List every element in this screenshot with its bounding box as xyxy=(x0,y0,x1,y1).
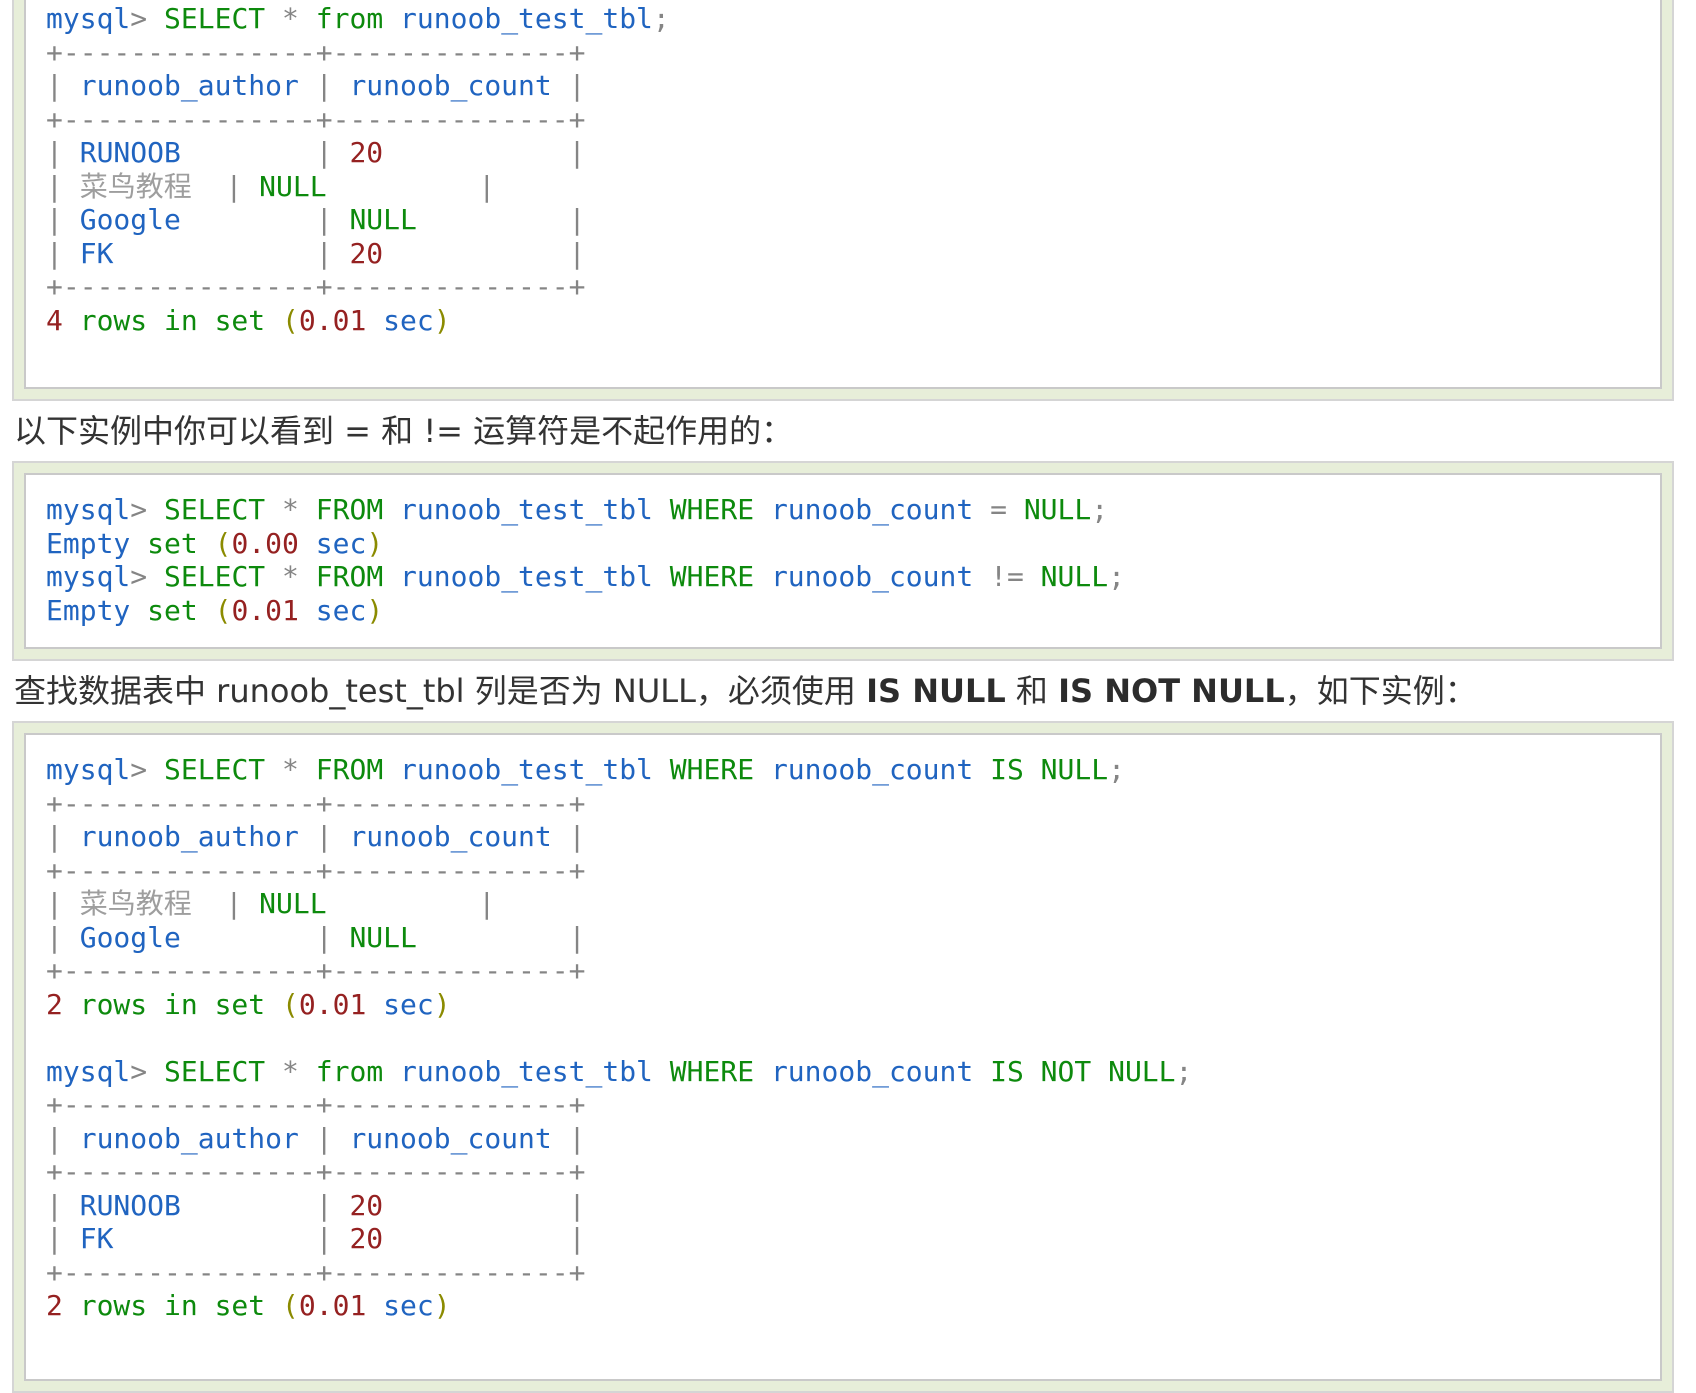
code-line: +---------------+--------------+ xyxy=(46,35,586,69)
code-line: | FK | 20 | xyxy=(46,1222,586,1255)
example-box-equal-null: mysql> SELECT * FROM runoob_test_tbl WHE… xyxy=(12,461,1674,661)
code-line: 2 rows in set (0.01 sec) xyxy=(46,987,451,1021)
code-line: +---------------+--------------+ xyxy=(46,786,586,820)
example-box-is-null: mysql> SELECT * FROM runoob_test_tbl WHE… xyxy=(12,721,1674,1393)
code-line: 4 rows in set (0.01 sec) xyxy=(46,303,451,337)
code-line: | runoob_author | runoob_count | xyxy=(46,1121,586,1155)
code-line: +---------------+--------------+ xyxy=(46,270,586,303)
code-line: | 菜鸟教程 | NULL | xyxy=(46,887,496,920)
code-line: | Google | NULL | xyxy=(46,920,586,954)
code-line: +---------------+--------------+ xyxy=(46,102,586,136)
code-line: +---------------+--------------+ xyxy=(46,1255,586,1289)
code-line: mysql> SELECT * FROM runoob_test_tbl WHE… xyxy=(46,493,1109,526)
tutorial-content: mysql> SELECT * from runoob_test_tbl; +--… xyxy=(0,0,1696,1393)
mysql-output-select-all: mysql> SELECT * from runoob_test_tbl; +--… xyxy=(24,0,1662,389)
code-line: +---------------+--------------+ xyxy=(46,1155,586,1188)
code-line: 2 rows in set (0.01 sec) xyxy=(46,1289,451,1322)
mysql-output-is-null: mysql> SELECT * FROM runoob_test_tbl WHE… xyxy=(24,733,1662,1381)
code-line: +---------------+--------------+ xyxy=(46,1088,586,1121)
paragraph-operators-note: 以下实例中你可以看到 = 和 != 运算符是不起作用的： xyxy=(14,412,794,450)
code-line: Empty set (0.01 sec) xyxy=(46,593,384,627)
code-line: | Google | NULL | xyxy=(46,203,586,236)
code-line: | runoob_author | runoob_count | xyxy=(46,820,586,853)
code-line: | RUNOOB | 20 | xyxy=(46,1188,586,1222)
code-line: mysql> SELECT * from runoob_test_tbl; xyxy=(46,2,670,35)
code-line: Empty set (0.00 sec) xyxy=(46,526,384,560)
paragraph-is-null-note: 查找数据表中 runoob_test_tbl 列是否为 NULL，必须使用 IS… xyxy=(14,672,1477,710)
code-line: mysql> SELECT * FROM runoob_test_tbl WHE… xyxy=(46,753,1125,786)
code-line: | 菜鸟教程 | NULL | xyxy=(46,169,496,203)
example-box-select-all: mysql> SELECT * from runoob_test_tbl; +--… xyxy=(12,0,1674,401)
code-line: | RUNOOB | 20 | xyxy=(46,136,586,169)
code-line: | runoob_author | runoob_count | xyxy=(46,69,586,102)
mysql-output-equal-null: mysql> SELECT * FROM runoob_test_tbl WHE… xyxy=(24,473,1662,649)
code-line: | FK | 20 | xyxy=(46,236,586,270)
code-line: mysql> SELECT * from runoob_test_tbl WHE… xyxy=(46,1054,1193,1088)
code-line: +---------------+--------------+ xyxy=(46,853,586,887)
code-line: mysql> SELECT * FROM runoob_test_tbl WHE… xyxy=(46,560,1125,593)
code-line: +---------------+--------------+ xyxy=(46,954,586,987)
